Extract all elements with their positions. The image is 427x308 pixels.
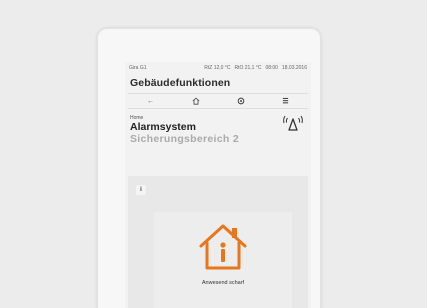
menu-icon	[282, 97, 289, 104]
device-name: Gira G1	[129, 65, 147, 71]
page-header: Alarmsystem Sicherungsbereich 2	[125, 115, 311, 145]
date: 18.03.2016	[281, 65, 307, 71]
home-icon	[192, 97, 199, 105]
touch-screen: Gira G1 RtZ 12,0 °C RtO 21,1 °C 08:00 18…	[125, 62, 311, 308]
status-bar: Gira G1 RtZ 12,0 °C RtO 21,1 °C 08:00 18…	[125, 62, 311, 74]
alarm-state-button[interactable]: Anwesend scharf	[154, 212, 292, 308]
info-button[interactable]: i	[136, 185, 146, 195]
page-title: Alarmsystem	[130, 121, 196, 133]
back-arrow-icon: ←	[147, 97, 154, 105]
screen-title: Gebäudefunktionen	[130, 77, 231, 89]
outdoor-temperature: RtO 21,1 °C	[234, 65, 262, 71]
settings-button[interactable]	[234, 96, 248, 107]
back-button[interactable]: ←	[144, 96, 158, 107]
gear-icon	[237, 97, 244, 105]
alarm-siren-icon[interactable]	[281, 113, 305, 133]
page-subtitle: Sicherungsbereich 2	[130, 133, 239, 145]
house-person-icon	[199, 224, 247, 270]
menu-button[interactable]	[279, 96, 293, 107]
navigation-bar: ←	[128, 93, 308, 109]
alarm-panel: i Anwesend scharf	[128, 176, 308, 308]
alarm-state-label: Anwesend scharf	[201, 280, 245, 286]
home-button[interactable]	[189, 96, 203, 107]
indoor-temperature: RtZ 12,0 °C	[204, 65, 231, 71]
clock: 08:00	[265, 65, 278, 71]
